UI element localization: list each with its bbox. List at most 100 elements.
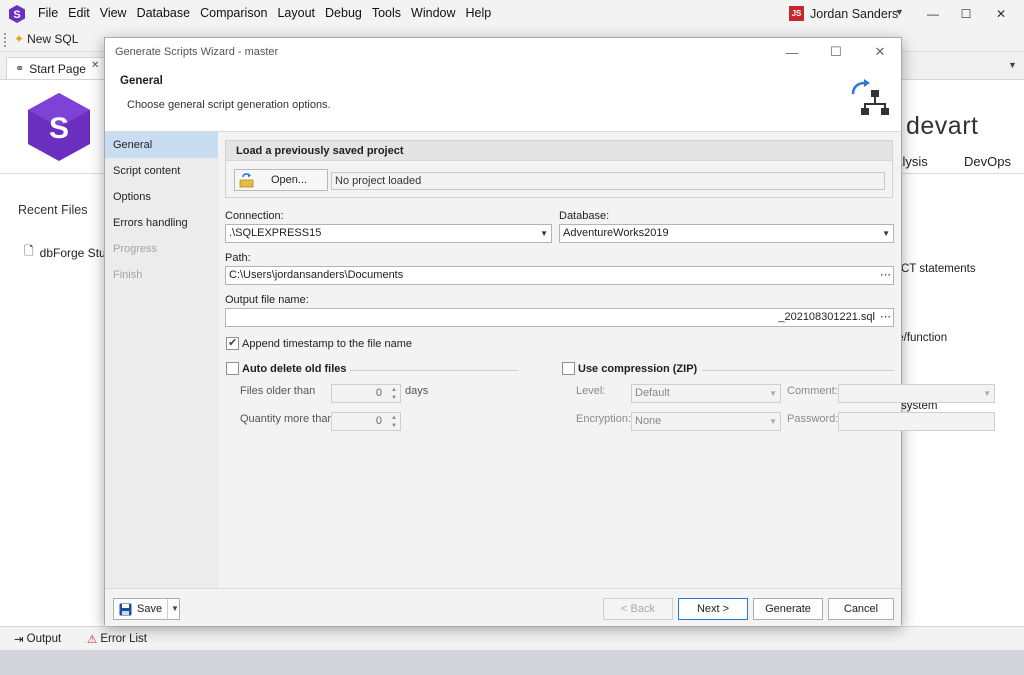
output-icon: ⇥ bbox=[14, 634, 24, 646]
close-icon[interactable]: ✕ bbox=[990, 4, 1012, 24]
dialog-maximize-icon[interactable]: ☐ bbox=[825, 43, 847, 61]
step-script-content[interactable]: Script content bbox=[105, 158, 218, 184]
menu-layout[interactable]: Layout bbox=[277, 6, 315, 20]
menu-help[interactable]: Help bbox=[466, 6, 492, 20]
path-input[interactable]: C:\Users\jordansanders\Documents ⋯ bbox=[225, 266, 894, 285]
start-tab-label: Start Page bbox=[29, 61, 86, 76]
dialog-close-icon[interactable]: ✕ bbox=[869, 43, 891, 61]
open-project-button[interactable]: Open... bbox=[234, 169, 328, 191]
page-title: General bbox=[120, 75, 163, 87]
compression-label: Use compression (ZIP) bbox=[578, 363, 698, 375]
dialog-titlebar[interactable]: Generate Scripts Wizard - master — ☐ ✕ bbox=[105, 38, 901, 66]
database-value: AdventureWorks2019 bbox=[563, 227, 669, 239]
next-button[interactable]: Next > bbox=[678, 598, 748, 620]
chevron-down-icon: ▼ bbox=[882, 229, 890, 238]
cancel-button[interactable]: Cancel bbox=[828, 598, 894, 620]
auto-delete-label: Auto delete old files bbox=[242, 363, 347, 375]
start-page-text-1: CT statements bbox=[901, 263, 976, 275]
quantity-label: Quantity more than bbox=[240, 413, 334, 425]
devart-logo: devart bbox=[906, 112, 979, 140]
stepper-arrows-icon[interactable]: ▲ ▼ bbox=[391, 386, 397, 402]
database-label: Database: bbox=[559, 210, 610, 222]
menu-debug[interactable]: Debug bbox=[325, 6, 362, 20]
output-tab[interactable]: ⇥ Output bbox=[14, 632, 61, 646]
maximize-icon[interactable]: ☐ bbox=[955, 4, 977, 24]
general-page: Load a previously saved project Open... … bbox=[218, 132, 995, 588]
path-label: Path: bbox=[225, 252, 251, 264]
output-file-label: Output file name: bbox=[225, 294, 309, 306]
open-folder-icon bbox=[239, 173, 254, 188]
auto-delete-checkbox[interactable] bbox=[226, 362, 239, 375]
save-button[interactable]: Save ▼ bbox=[113, 598, 180, 620]
output-file-options-button[interactable]: ⋯ bbox=[880, 309, 891, 326]
step-options[interactable]: Options bbox=[105, 184, 218, 210]
chevron-down-icon[interactable]: ▼ bbox=[171, 604, 179, 613]
menu-window[interactable]: Window bbox=[411, 6, 455, 20]
svg-text:S: S bbox=[49, 112, 69, 145]
chevron-down-icon: ▼ bbox=[769, 417, 777, 426]
quantity-value: 0 bbox=[375, 415, 382, 427]
database-select[interactable]: AdventureWorks2019 ▼ bbox=[559, 224, 894, 243]
user-account[interactable]: JS Jordan Sanders bbox=[789, 6, 898, 21]
generate-scripts-icon bbox=[851, 79, 889, 115]
compression-checkbox[interactable] bbox=[562, 362, 575, 375]
new-sql-button[interactable]: ✦ New SQL bbox=[14, 32, 78, 46]
open-project-label: Open... bbox=[271, 174, 308, 186]
recent-file-label: dbForge Stud bbox=[39, 245, 113, 260]
generate-button[interactable]: Generate bbox=[753, 598, 823, 620]
tabs-dropdown-icon[interactable]: ▼ bbox=[1008, 60, 1017, 70]
svg-text:S: S bbox=[13, 9, 20, 21]
encryption-value: None bbox=[635, 415, 662, 427]
user-avatar: JS bbox=[789, 6, 804, 21]
menu-bar: File Edit View Database Comparison Layou… bbox=[38, 6, 501, 20]
browse-path-button[interactable]: ⋯ bbox=[880, 267, 891, 284]
step-general[interactable]: General bbox=[105, 132, 218, 158]
menu-file[interactable]: File bbox=[38, 6, 58, 20]
encryption-select: None ▼ bbox=[631, 412, 781, 431]
dbforge-logo-icon: S bbox=[28, 93, 90, 161]
load-project-title: Load a previously saved project bbox=[236, 145, 404, 157]
output-label: Output bbox=[26, 633, 62, 645]
step-finish: Finish bbox=[113, 269, 143, 281]
start-page-icon: ⚭ bbox=[15, 63, 25, 75]
user-name: Jordan Sanders bbox=[810, 6, 899, 21]
new-sql-label: New SQL bbox=[27, 32, 79, 46]
error-list-tab[interactable]: ⚠ Error List bbox=[87, 632, 147, 646]
auto-delete-separator bbox=[350, 370, 518, 371]
files-older-stepper[interactable]: 0 ▲ ▼ bbox=[331, 384, 401, 403]
quantity-stepper[interactable]: 0 ▲ ▼ bbox=[331, 412, 401, 431]
dialog-minimize-icon[interactable]: — bbox=[781, 43, 803, 61]
step-errors-handling[interactable]: Errors handling bbox=[105, 210, 218, 236]
menu-tools[interactable]: Tools bbox=[372, 6, 401, 20]
output-file-input[interactable]: _202108301221.sql ⋯ bbox=[225, 308, 894, 327]
days-label: days bbox=[405, 385, 429, 397]
tab-close-icon[interactable]: ✕ bbox=[91, 60, 99, 71]
connection-select[interactable]: .\SQLEXPRESS15 ▼ bbox=[225, 224, 552, 243]
app-logo-icon[interactable]: S bbox=[8, 5, 26, 23]
connection-label: Connection: bbox=[225, 210, 284, 222]
chevron-down-icon: ▼ bbox=[540, 229, 548, 238]
toolbar-grip[interactable] bbox=[4, 33, 7, 47]
load-project-header: Load a previously saved project bbox=[226, 141, 892, 161]
caret-down-icon[interactable]: ▼ bbox=[895, 7, 904, 17]
menu-comparison[interactable]: Comparison bbox=[200, 6, 267, 20]
append-timestamp-label: Append timestamp to the file name bbox=[242, 338, 412, 350]
recent-file-item[interactable]: 🗋 dbForge Stud bbox=[24, 242, 112, 263]
status-bar: ⇥ Output ⚠ Error List bbox=[0, 626, 1024, 650]
nav-devops[interactable]: DevOps bbox=[964, 154, 1011, 169]
minimize-icon[interactable]: — bbox=[922, 4, 944, 24]
files-older-label: Files older than bbox=[240, 385, 316, 397]
password-input bbox=[838, 412, 995, 431]
level-value: Default bbox=[635, 387, 670, 399]
dialog-title: Generate Scripts Wizard - master bbox=[115, 46, 279, 58]
stepper-arrows-icon[interactable]: ▲ ▼ bbox=[391, 414, 397, 430]
menu-database[interactable]: Database bbox=[137, 6, 191, 20]
encryption-label: Encryption: bbox=[576, 413, 632, 425]
error-list-label: Error List bbox=[100, 633, 147, 645]
menu-view[interactable]: View bbox=[100, 6, 127, 20]
new-sql-icon: ✦ bbox=[14, 32, 25, 46]
append-timestamp-checkbox[interactable] bbox=[226, 336, 239, 350]
file-icon: 🗋 bbox=[24, 244, 34, 258]
menu-edit[interactable]: Edit bbox=[68, 6, 90, 20]
path-value: C:\Users\jordansanders\Documents bbox=[229, 269, 404, 281]
